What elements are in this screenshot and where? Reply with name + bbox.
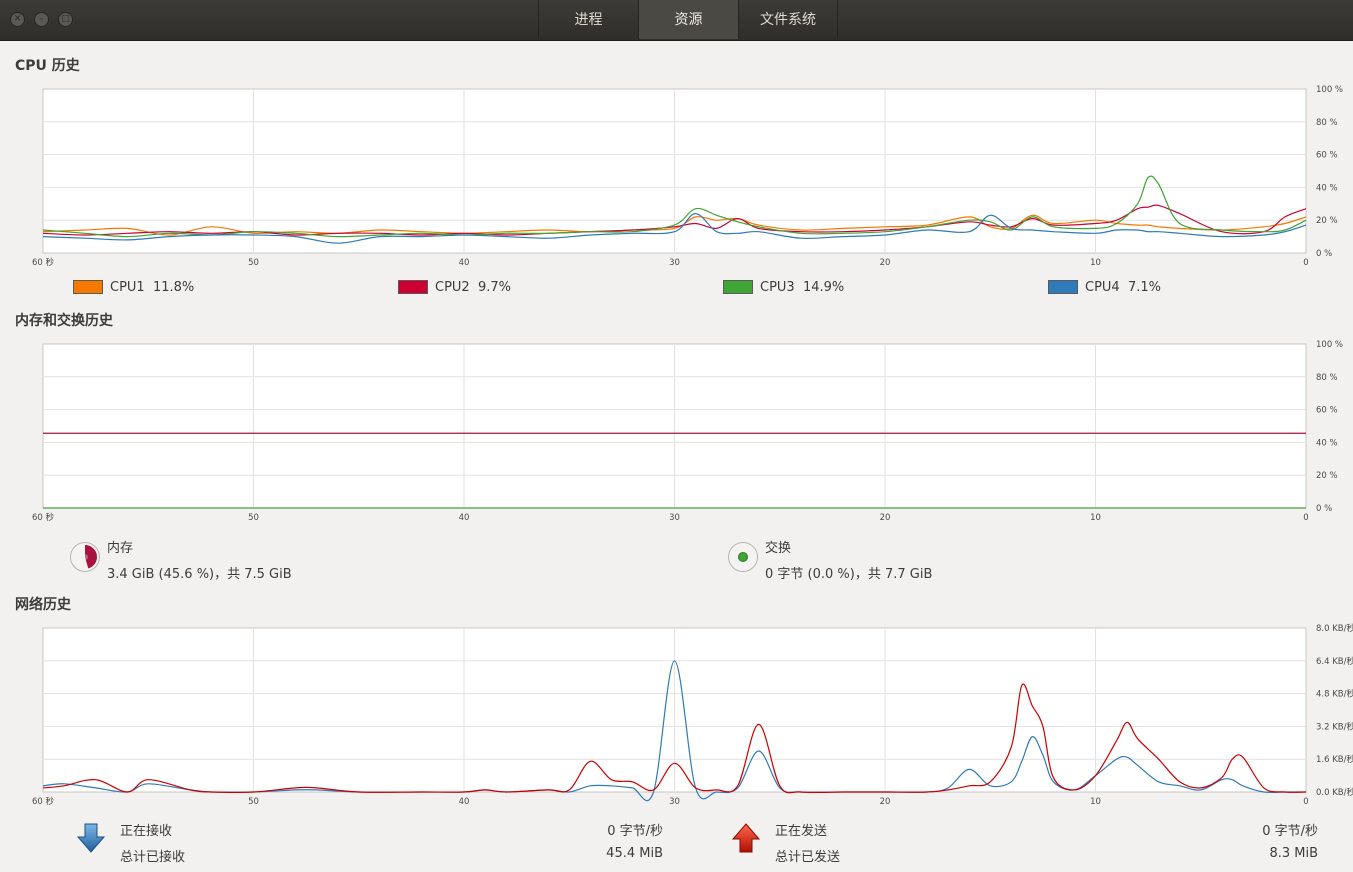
sending-rate: 0 字节/秒 — [1262, 824, 1318, 839]
cpu-x-tick-label: 20 — [880, 258, 891, 268]
cpu-x-tick-label: 60 秒 — [32, 257, 55, 268]
cpu-y-tick-label: 20 % — [1316, 216, 1338, 226]
swap-detail: 0 字节 (0.0 %)，共 7.7 GiB — [765, 567, 933, 582]
network-x-tick-label: 50 — [248, 797, 259, 807]
cpu1-legend-label: CPU1 11.8% — [110, 280, 194, 295]
swap-label: 交换 — [765, 541, 792, 556]
network-x-tick-label: 60 秒 — [32, 796, 55, 807]
memory-y-tick-label: 80 % — [1316, 373, 1338, 383]
memory-x-tick-label: 40 — [459, 513, 470, 523]
receiving-label: 正在接收 — [120, 824, 173, 839]
maximize-window-icon[interactable]: □ — [58, 12, 73, 27]
cpu4-name: CPU4 — [1085, 280, 1120, 295]
network-x-tick-label: 30 — [669, 797, 680, 807]
network-y-tick-label: 1.6 KB/秒 — [1316, 754, 1353, 765]
network-y-tick-label: 3.2 KB/秒 — [1316, 721, 1353, 732]
network-y-tick-label: 6.4 KB/秒 — [1316, 656, 1353, 667]
cpu-y-tick-label: 60 % — [1316, 151, 1338, 161]
cpu4-value: 7.1% — [1127, 280, 1161, 295]
memory-x-tick-label: 20 — [880, 513, 891, 523]
cpu4-color-swatch[interactable] — [1048, 280, 1078, 294]
cpu4-legend-label: CPU4 7.1% — [1085, 280, 1161, 295]
network-x-tick-label: 10 — [1090, 797, 1101, 807]
cpu1-name: CPU1 — [110, 280, 145, 295]
cpu3-legend-label: CPU3 14.9% — [760, 280, 844, 295]
cpu-x-tick-label: 0 — [1303, 258, 1308, 268]
memory-history-title: 内存和交换历史 — [15, 313, 113, 329]
network-y-tick-label: 4.8 KB/秒 — [1316, 689, 1353, 700]
cpu-history-graph: 60 秒 50 40 30 20 10 0 100 % 80 % 60 % 40 % 20 % 0 % — [32, 85, 1343, 268]
network-history-graph: 60 秒 50 40 30 20 10 0 8.0 KB/秒 6.4 KB/秒 4.8 KB/秒 3… — [32, 623, 1353, 807]
memory-x-tick-label: 30 — [669, 513, 680, 523]
memory-x-tick-label: 0 — [1303, 513, 1308, 523]
tab-file-systems[interactable]: 文件系统 — [738, 0, 838, 39]
title-bar: ✕ – □ 进程 资源 文件系统 — [0, 0, 1353, 41]
cpu-x-tick-label: 30 — [669, 258, 680, 268]
cpu3-value: 14.9% — [802, 280, 845, 295]
total-sent-label: 总计已发送 — [775, 850, 841, 865]
tab-resources[interactable]: 资源 — [638, 0, 738, 39]
total-received-label: 总计已接收 — [120, 850, 186, 865]
cpu-y-tick-label: 40 % — [1316, 183, 1338, 193]
cpu3-name: CPU3 — [760, 280, 795, 295]
sending-arrow-icon[interactable] — [731, 822, 761, 854]
cpu-x-tick-label: 50 — [248, 258, 259, 268]
memory-detail: 3.4 GiB (45.6 %)，共 7.5 GiB — [107, 567, 292, 582]
network-y-tick-label: 8.0 KB/秒 — [1316, 623, 1353, 634]
view-tabs: 进程 资源 文件系统 — [538, 0, 838, 40]
total-sent-value: 8.3 MiB — [1269, 846, 1318, 861]
cpu-y-tick-label: 80 % — [1316, 118, 1338, 128]
cpu-x-tick-label: 40 — [459, 258, 470, 268]
cpu2-value: 9.7% — [477, 280, 511, 295]
memory-y-tick-label: 100 % — [1316, 340, 1343, 350]
memory-history-graph: 60 秒 50 40 30 20 10 0 100 % 80 % 60 % 40 % 20 % 0 % — [32, 340, 1343, 523]
network-x-tick-label: 0 — [1303, 797, 1308, 807]
memory-pie-icon[interactable] — [69, 541, 101, 573]
swap-pie-icon[interactable] — [727, 541, 759, 573]
cpu-y-tick-label: 0 % — [1316, 249, 1332, 259]
network-x-tick-label: 20 — [880, 797, 891, 807]
cpu-history-title: CPU 历史 — [15, 58, 80, 74]
memory-label: 内存 — [107, 541, 134, 556]
cpu1-value: 11.8% — [152, 280, 195, 295]
cpu2-name: CPU2 — [435, 280, 470, 295]
receiving-arrow-icon[interactable] — [76, 822, 106, 854]
memory-x-tick-label: 10 — [1090, 513, 1101, 523]
cpu2-legend-label: CPU2 9.7% — [435, 280, 511, 295]
close-window-icon[interactable]: ✕ — [10, 12, 25, 27]
network-y-tick-label: 0.0 KB/秒 — [1316, 787, 1353, 798]
network-x-tick-label: 40 — [459, 797, 470, 807]
memory-y-tick-label: 60 % — [1316, 406, 1338, 416]
minimize-window-icon[interactable]: – — [34, 12, 49, 27]
cpu2-color-swatch[interactable] — [398, 280, 428, 294]
tab-processes[interactable]: 进程 — [538, 0, 638, 39]
total-received-value: 45.4 MiB — [606, 846, 663, 861]
memory-y-tick-label: 0 % — [1316, 504, 1332, 514]
cpu3-color-swatch[interactable] — [723, 280, 753, 294]
sending-label: 正在发送 — [775, 824, 828, 839]
cpu-y-tick-label: 100 % — [1316, 85, 1343, 95]
memory-y-tick-label: 20 % — [1316, 471, 1338, 481]
memory-y-tick-label: 40 % — [1316, 438, 1338, 448]
cpu-x-tick-label: 10 — [1090, 258, 1101, 268]
memory-x-tick-label: 50 — [248, 513, 259, 523]
cpu1-color-swatch[interactable] — [73, 280, 103, 294]
receiving-rate: 0 字节/秒 — [607, 824, 663, 839]
network-history-title: 网络历史 — [15, 597, 71, 613]
memory-x-tick-label: 60 秒 — [32, 512, 55, 523]
